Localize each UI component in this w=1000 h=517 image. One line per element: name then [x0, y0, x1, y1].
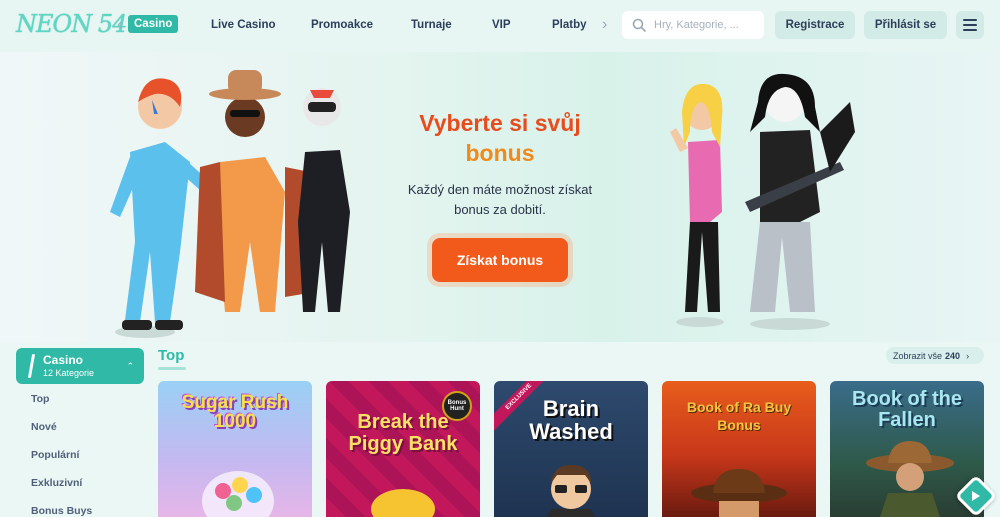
sidebar-category-casino[interactable]: Casino 12 Kategorie ⌃	[16, 348, 144, 384]
character-face-illustration	[547, 465, 595, 517]
section-title-underline	[158, 367, 186, 370]
hero-characters-left-illustration	[110, 70, 350, 338]
explorer-hat-illustration	[691, 469, 787, 517]
nav-live-casino[interactable]: Live Casino	[211, 19, 276, 31]
sidebar-item-new[interactable]: Nové	[31, 421, 57, 433]
section-title-top: Top	[158, 347, 185, 364]
login-button[interactable]: Přihlásit se	[864, 11, 947, 39]
hero-title-line1: Vyberte si svůj	[419, 110, 581, 136]
neon54-logo[interactable]: NEON 54	[16, 10, 127, 38]
show-all-link[interactable]: Zobrazit vše 240 ›	[886, 347, 984, 364]
sidebar-item-exclusive[interactable]: Exkluzivní	[31, 477, 82, 489]
register-button[interactable]: Registrace	[775, 11, 855, 39]
sidebar-item-bonus-buys[interactable]: Bonus Buys	[31, 505, 92, 517]
game-tile-break-the-piggy-bank[interactable]: Break the Piggy Bank Bonus Hunt	[326, 381, 480, 517]
hero-subtitle-line1: Každý den máte možnost získat	[407, 182, 593, 197]
nav-vip[interactable]: VIP	[492, 19, 511, 31]
search-icon	[632, 18, 646, 32]
candy-jar-illustration	[202, 471, 274, 517]
game-title-sugar-rush: Sugar Rush 1000	[181, 392, 289, 432]
game-title-book-of-ra: Book of Ra Buy Bonus	[686, 399, 792, 433]
show-all-label: Zobrazit vše	[893, 350, 943, 361]
nav-prev-chevron-icon[interactable]: ‹	[117, 16, 122, 34]
game-title-brain-washed: Brain Washed	[529, 396, 613, 445]
sidebar-active-subtitle: 12 Kategorie	[43, 368, 95, 378]
casino-category-icon	[27, 354, 36, 378]
hero-title: Vyberte si svůj bonus	[380, 108, 620, 168]
sidebar-active-title: Casino	[43, 353, 84, 367]
cowboy-illustration	[866, 441, 954, 517]
hero-characters-right-illustration	[670, 73, 855, 330]
get-bonus-button[interactable]: Získat bonus	[432, 238, 568, 282]
sidebar-item-popular[interactable]: Populární	[31, 449, 79, 461]
search-input[interactable]	[654, 19, 754, 31]
show-all-count: 240	[945, 350, 961, 361]
chevron-right-icon: ›	[966, 350, 970, 361]
chevron-up-icon: ⌃	[126, 361, 134, 371]
game-tile-sugar-rush[interactable]: Sugar Rush 1000	[158, 381, 312, 517]
hero-title-line2: bonus	[465, 140, 535, 166]
game-title-book-of-the-fallen: Book of the Fallen	[852, 388, 962, 431]
hero-banner: Vyberte si svůj bonus Každý den máte mož…	[0, 52, 1000, 342]
hero-subtitle: Každý den máte možnost získat bonus za d…	[380, 180, 620, 220]
gold-piggy-illustration	[371, 489, 435, 517]
game-tile-brain-washed[interactable]: EXCLUSIVE Brain Washed	[494, 381, 648, 517]
search-box[interactable]	[622, 11, 764, 39]
top-header: NEON 54 ‹ Casino Live Casino Promoakce T…	[0, 0, 1000, 52]
game-tile-book-of-ra[interactable]: Book of Ra Buy Bonus	[662, 381, 816, 517]
hamburger-menu-icon[interactable]	[956, 11, 984, 39]
nav-platby[interactable]: Platby	[552, 19, 587, 31]
nav-promoakce[interactable]: Promoakce	[311, 19, 373, 31]
hero-subtitle-line2: bonus za dobití.	[454, 202, 546, 217]
nav-next-chevron-icon[interactable]: ›	[602, 16, 607, 34]
bonus-hunt-badge: Bonus Hunt	[442, 391, 472, 421]
sidebar-item-top[interactable]: Top	[31, 393, 49, 405]
nav-casino[interactable]: Casino	[128, 15, 179, 33]
nav-turnaje[interactable]: Turnaje	[411, 19, 452, 31]
